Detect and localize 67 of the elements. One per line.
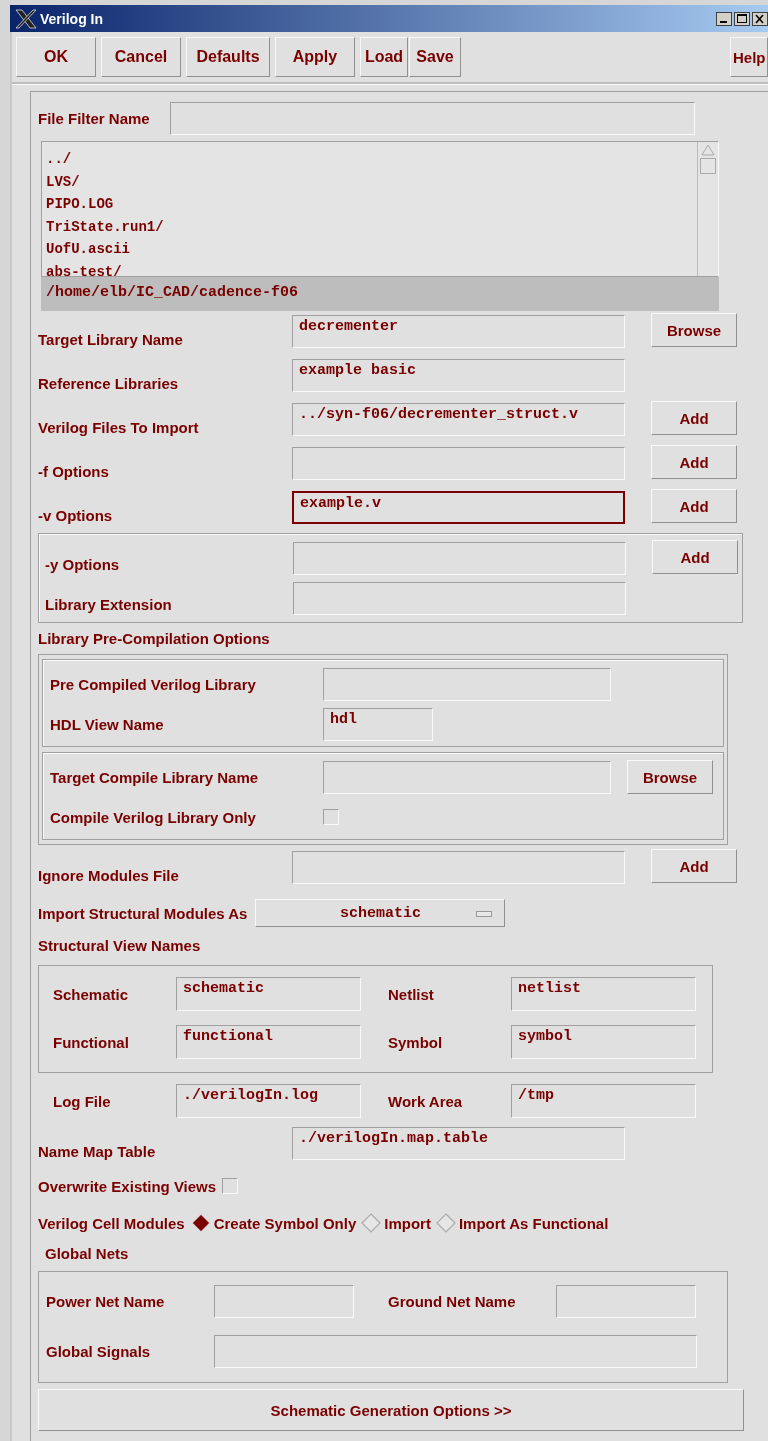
field-label: Schematic bbox=[53, 985, 130, 1003]
text-field[interactable]: ../syn-f06/decrementer_struct.v bbox=[292, 403, 625, 436]
file-list-item[interactable]: PIPO.LOG bbox=[46, 193, 697, 216]
field-label: Verilog Cell Modules bbox=[38, 1214, 185, 1232]
field-button[interactable]: Add bbox=[651, 489, 737, 523]
field-label: Pre Compiled Verilog Library bbox=[50, 675, 257, 693]
toolbar-button[interactable]: Save bbox=[409, 37, 461, 77]
section-title: Global Nets bbox=[44, 1245, 130, 1264]
text-field[interactable]: /tmp bbox=[511, 1084, 696, 1118]
text-field[interactable]: functional bbox=[176, 1025, 361, 1059]
field-label: Netlist bbox=[388, 985, 435, 1003]
field-button[interactable]: Add bbox=[651, 445, 737, 479]
field-label: HDL View Name bbox=[50, 715, 165, 733]
radio-option[interactable]: Create Symbol Only bbox=[190, 1213, 357, 1233]
field-label: Reference Libraries bbox=[38, 374, 180, 392]
field-label: Ignore Modules File bbox=[38, 866, 180, 884]
toolbar-button[interactable]: Apply bbox=[275, 37, 355, 77]
field-label: -f Options bbox=[38, 462, 110, 480]
toolbar-button[interactable]: Help bbox=[730, 37, 768, 77]
radio-option[interactable]: Import bbox=[361, 1213, 431, 1233]
section-title: Library Pre-Compilation Options bbox=[38, 630, 271, 649]
field-button[interactable]: Browse bbox=[651, 313, 737, 347]
file-list-item[interactable]: LVS/ bbox=[46, 170, 697, 193]
text-field[interactable]: symbol bbox=[511, 1025, 696, 1059]
field-button[interactable]: Add bbox=[651, 401, 737, 435]
radio-option[interactable]: Import As Functional bbox=[435, 1213, 609, 1233]
text-field[interactable]: ./verilogIn.map.table bbox=[292, 1127, 625, 1160]
current-directory: /home/elb/IC_CAD/cadence-f06 bbox=[41, 277, 719, 311]
field-label: -y Options bbox=[45, 555, 121, 573]
checkbox-label: Overwrite Existing Views bbox=[38, 1177, 217, 1195]
text-field[interactable]: schematic bbox=[176, 977, 361, 1011]
field-label: Power Net Name bbox=[46, 1292, 166, 1310]
toolbar-button[interactable]: Cancel bbox=[101, 37, 181, 77]
field-label: Import Structural Modules As bbox=[38, 904, 248, 922]
field-label: Name Map Table bbox=[38, 1142, 157, 1160]
text-field[interactable]: ./verilogIn.log bbox=[176, 1084, 361, 1118]
field-label: Compile Verilog Library Only bbox=[50, 808, 257, 826]
toolbar-button[interactable]: OK bbox=[16, 37, 96, 77]
field-label: Ground Net Name bbox=[388, 1292, 517, 1310]
field-label: Library Extension bbox=[45, 595, 173, 613]
toolbar-button[interactable]: Load bbox=[360, 37, 408, 77]
text-field[interactable]: decrementer bbox=[292, 315, 625, 348]
field-label: Target Library Name bbox=[38, 330, 184, 348]
text-field[interactable]: netlist bbox=[511, 977, 696, 1011]
field-button[interactable]: Add bbox=[651, 849, 737, 883]
field-label: Target Compile Library Name bbox=[50, 768, 260, 786]
schematic-options-button[interactable]: Schematic Generation Options >> bbox=[38, 1389, 744, 1431]
field-label: Global Signals bbox=[46, 1342, 152, 1360]
file-list-item[interactable]: TriState.run1/ bbox=[46, 215, 697, 238]
file-list-item[interactable]: UofU.ascii bbox=[46, 238, 697, 261]
field-label: Symbol bbox=[388, 1033, 444, 1051]
field-label: File Filter Name bbox=[38, 109, 150, 127]
text-field[interactable]: example.v bbox=[292, 491, 625, 524]
field-label: Verilog Files To Import bbox=[38, 418, 200, 436]
field-button[interactable]: Browse bbox=[627, 760, 713, 794]
toolbar-button[interactable]: Defaults bbox=[186, 37, 270, 77]
field-label: Log File bbox=[53, 1092, 112, 1110]
file-list-item[interactable]: ../ bbox=[46, 148, 697, 171]
field-label: Work Area bbox=[388, 1092, 464, 1110]
dropdown[interactable]: schematic bbox=[255, 899, 506, 927]
field-label: -v Options bbox=[38, 506, 114, 524]
window-title: Verilog In bbox=[40, 10, 103, 27]
field-label: Functional bbox=[53, 1033, 130, 1051]
text-field[interactable]: example basic bbox=[292, 359, 625, 392]
field-button[interactable]: Add bbox=[652, 540, 738, 574]
section-title: Structural View Names bbox=[38, 937, 202, 956]
text-field[interactable]: hdl bbox=[323, 707, 433, 741]
